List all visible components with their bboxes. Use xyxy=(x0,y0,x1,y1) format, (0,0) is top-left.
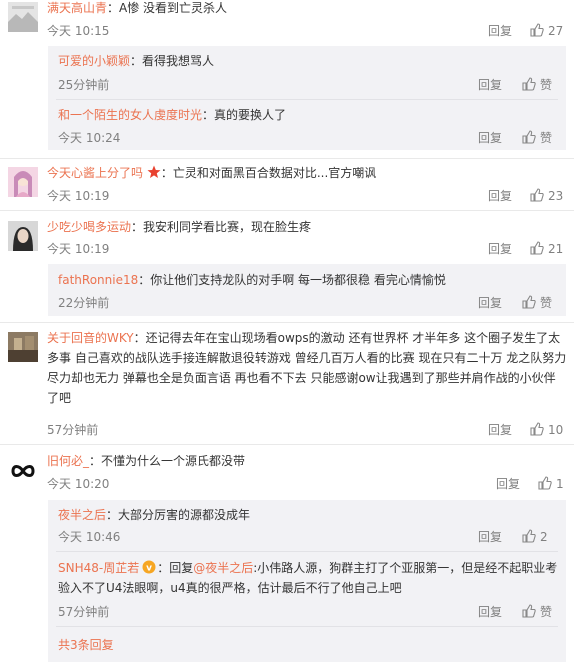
thumbs-up-icon xyxy=(538,476,552,490)
comment-line: 少吃少喝多运动：我安利同学看比赛，现在脸生疼 xyxy=(47,218,311,236)
avatar[interactable] xyxy=(8,456,38,486)
divider xyxy=(56,551,558,552)
divider xyxy=(56,626,558,627)
thumbs-up-icon xyxy=(522,130,536,144)
reply-line: 和一个陌生的女人虔度时光：真的要换人了 xyxy=(58,106,286,124)
comment-line: 旧何必_：不懂为什么一个源氏都没带 xyxy=(47,452,245,470)
like-button[interactable]: 赞 xyxy=(522,77,552,93)
like-button[interactable]: 赞 xyxy=(522,130,552,146)
like-count: 10 xyxy=(548,423,564,437)
like-count: 21 xyxy=(548,242,564,256)
like-label: 赞 xyxy=(540,78,553,92)
reply-time: 22分钟前 xyxy=(58,296,110,310)
member-badge-icon: v xyxy=(142,560,156,574)
thumbs-up-icon xyxy=(530,188,544,202)
thumbs-up-icon xyxy=(530,23,544,37)
like-count: 2 xyxy=(540,530,548,544)
reply-button[interactable]: 回复 xyxy=(478,130,502,146)
reply-time: 今天 10:24 xyxy=(58,131,121,145)
more-replies-link[interactable]: 共3条回复 xyxy=(58,637,114,653)
thumbs-up-icon xyxy=(530,241,544,255)
like-label: 赞 xyxy=(540,605,553,619)
avatar[interactable] xyxy=(8,332,38,362)
comment-text: ：亡灵和对面黑百合数据对比...官方嘲讽 xyxy=(160,166,377,180)
comment-text: ：我安利同学看比赛，现在脸生疼 xyxy=(131,220,312,234)
username-link[interactable]: 今天心酱上分了吗 xyxy=(47,166,143,180)
reply-time: 57分钟前 xyxy=(58,605,110,619)
like-button[interactable]: 10 xyxy=(530,422,563,438)
avatar[interactable] xyxy=(8,167,38,197)
svg-text:v: v xyxy=(146,564,152,574)
divider xyxy=(0,210,574,211)
reply-line: 可爱的小颖颖：看得我想骂人 xyxy=(58,52,214,70)
reply-button[interactable]: 回复 xyxy=(488,23,512,39)
like-button[interactable]: 1 xyxy=(538,476,564,492)
comment-time: 今天 10:20 xyxy=(47,477,110,491)
reply-button[interactable]: 回复 xyxy=(478,295,502,311)
like-button[interactable]: 21 xyxy=(530,241,563,257)
divider xyxy=(0,444,574,445)
comment-time: 57分钟前 xyxy=(47,423,99,437)
username-link[interactable]: 旧何必_ xyxy=(47,454,89,468)
username-link[interactable]: 和一个陌生的女人虔度时光 xyxy=(58,108,202,122)
like-button[interactable]: 27 xyxy=(530,23,563,39)
like-button[interactable]: 23 xyxy=(530,188,563,204)
reply-text: ：大部分厉害的源都没成年 xyxy=(106,508,251,522)
reply-text: ：你让他们支持龙队的对手啊 每一场都很稳 看完心情愉悦 xyxy=(138,273,446,287)
reply-button[interactable]: 回复 xyxy=(488,241,512,257)
mention-link[interactable]: @夜半之后 xyxy=(193,561,253,575)
reply-button[interactable]: 回复 xyxy=(478,529,502,545)
comment-time: 今天 10:19 xyxy=(47,189,110,203)
reply-prefix: ：回复 xyxy=(157,561,194,575)
thumbs-up-icon xyxy=(522,529,536,543)
comment-line: 今天心酱上分了吗 ：亡灵和对面黑百合数据对比...官方嘲讽 xyxy=(47,164,376,182)
avatar[interactable] xyxy=(8,221,38,251)
like-button[interactable]: 赞 xyxy=(522,604,552,620)
comment-time: 今天 10:19 xyxy=(47,242,110,256)
comment-line: 满天高山青：A惨 没看到亡灵杀人 xyxy=(47,0,227,17)
reply-button[interactable]: 回复 xyxy=(478,604,502,620)
comment-text: ：不懂为什么一个源氏都没带 xyxy=(89,454,246,468)
like-label: 赞 xyxy=(540,131,553,145)
reply-button[interactable]: 回复 xyxy=(488,188,512,204)
reply-button[interactable]: 回复 xyxy=(478,77,502,93)
username-link[interactable]: 满天高山青 xyxy=(47,1,107,15)
divider xyxy=(0,322,574,323)
reply-text: ：看得我想骂人 xyxy=(130,54,215,68)
thumbs-up-icon xyxy=(530,422,544,436)
like-count: 23 xyxy=(548,189,564,203)
like-count: 1 xyxy=(556,477,564,491)
reply-time: 25分钟前 xyxy=(58,78,110,92)
thumbs-up-icon xyxy=(522,77,536,91)
username-link[interactable]: 可爱的小颖颖 xyxy=(58,54,130,68)
username-link[interactable]: 夜半之后 xyxy=(58,508,106,522)
thumbs-up-icon xyxy=(522,295,536,309)
username-link[interactable]: SNH48-周芷若 xyxy=(58,561,139,575)
comment-time: 今天 10:15 xyxy=(47,24,110,38)
reply-button[interactable]: 回复 xyxy=(496,476,520,492)
username-link[interactable]: fathRonnie18 xyxy=(58,273,138,287)
reply-text: ：真的要换人了 xyxy=(202,108,287,122)
like-button[interactable]: 2 xyxy=(522,529,548,545)
reply-line: 夜半之后：大部分厉害的源都没成年 xyxy=(58,506,250,524)
reply-line: fathRonnie18：你让他们支持龙队的对手啊 每一场都很稳 看完心情愉悦 xyxy=(58,271,446,289)
comment-line: 关于回音的WKY：还记得去年在宝山现场看owps的激动 还有世界杯 才半年多 这… xyxy=(47,328,567,408)
like-label: 赞 xyxy=(540,296,553,310)
like-button[interactable]: 赞 xyxy=(522,295,552,311)
avatar[interactable] xyxy=(8,2,38,32)
reply-time: 今天 10:46 xyxy=(58,530,121,544)
divider xyxy=(0,158,574,159)
star-badge-icon xyxy=(147,165,161,178)
divider xyxy=(56,99,558,100)
thumbs-up-icon xyxy=(522,604,536,618)
username-link[interactable]: 少吃少喝多运动 xyxy=(47,220,131,234)
comment-text: ：A惨 没看到亡灵杀人 xyxy=(107,1,228,15)
reply-line: SNH48-周芷若 v ：回复@夜半之后:小伟路人源，狗群主打了个亚服第一，但是经不… xyxy=(58,558,558,598)
like-count: 27 xyxy=(548,24,564,38)
username-link[interactable]: 关于回音的WKY xyxy=(47,331,134,345)
reply-button[interactable]: 回复 xyxy=(488,422,512,438)
